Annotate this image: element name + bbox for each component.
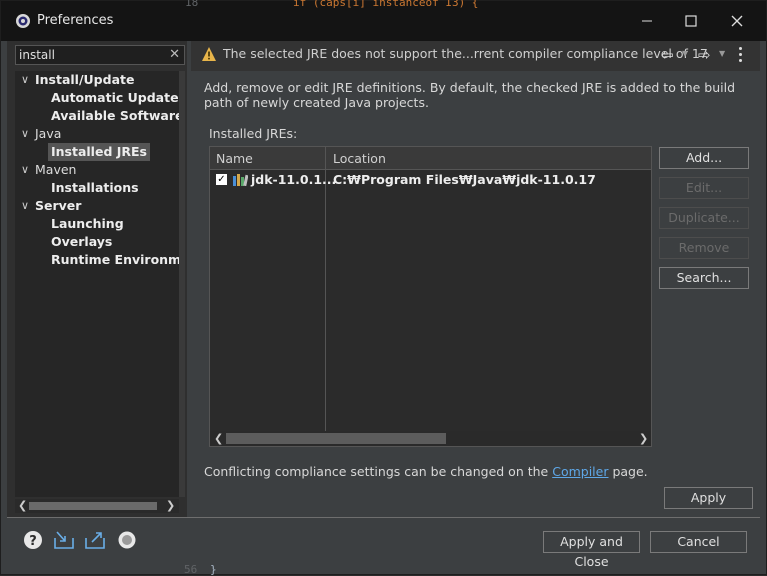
preference-tree[interactable]: ∨ Install/Update Automatic Updates Availabl…	[15, 71, 179, 497]
installed-jres-page: The selected JRE does not support the...…	[191, 41, 760, 517]
view-menu-icon[interactable]	[739, 47, 743, 65]
minimize-button[interactable]	[631, 9, 663, 33]
tree-item[interactable]: Automatic Updates	[15, 89, 179, 107]
jre-table[interactable]: Name Location ✓ jdk-11.0.1... C:₩Program…	[209, 146, 652, 447]
preferences-dialog: Preferences 18 if (caps[i] instanceof I3…	[0, 0, 767, 575]
filter-field[interactable]: ✕	[15, 45, 185, 65]
dialog-button-bar: ? Apply and Close Cancel	[7, 518, 760, 569]
record-icon[interactable]	[117, 530, 137, 550]
preference-tree-panel: ✕ ∨ Install/Update Automatic Updates Availa…	[7, 41, 187, 517]
tree-item-label: Java	[35, 126, 62, 141]
tree-item[interactable]: Runtime Environments	[15, 251, 179, 269]
expand-chevron-icon[interactable]: ∨	[21, 197, 29, 215]
import-icon[interactable]	[53, 530, 75, 550]
installed-jres-label: Installed JREs:	[209, 126, 298, 141]
expand-chevron-icon[interactable]: ∨	[21, 161, 29, 179]
add-button[interactable]: Add...	[659, 147, 749, 169]
clear-filter-icon[interactable]: ✕	[169, 48, 180, 62]
tree-item[interactable]: Launching	[15, 215, 179, 233]
apply-and-close-button[interactable]: Apply and Close	[543, 531, 640, 569]
page-description: Add, remove or edit JRE definitions. By …	[204, 80, 736, 110]
maximize-icon	[685, 15, 697, 27]
compiler-link[interactable]: Compiler	[552, 464, 608, 479]
compliance-suffix: page.	[608, 464, 648, 479]
back-arrow-icon[interactable]: ⇦	[661, 47, 674, 63]
column-header-name[interactable]: Name	[216, 151, 253, 166]
tree-item-label: Automatic Updates	[51, 90, 179, 105]
tree-item-label: Installations	[51, 180, 139, 195]
apply-button[interactable]: Apply	[664, 487, 753, 509]
tree-item-label: Overlays	[51, 234, 113, 249]
tree-item[interactable]: ∨ Maven	[15, 161, 179, 179]
tree-item-label: Maven	[35, 162, 77, 177]
tree-item-label: Server	[35, 198, 82, 213]
expand-chevron-icon[interactable]: ∨	[21, 125, 29, 143]
warning-message: The selected JRE does not support the...…	[223, 46, 708, 61]
table-scroll-right-icon[interactable]: ❯	[639, 432, 648, 446]
duplicate-button[interactable]: Duplicate...	[659, 207, 749, 229]
tree-item-label: Available Software Sites	[51, 108, 179, 123]
export-icon[interactable]	[84, 530, 106, 550]
column-divider[interactable]	[325, 147, 326, 431]
forward-arrow-icon[interactable]: ⇨	[698, 47, 711, 63]
tree-item[interactable]: ∨ Install/Update	[15, 71, 179, 89]
tree-horizontal-scrollbar[interactable]: ❮ ❯	[15, 499, 179, 513]
tree-item-label: Launching	[51, 216, 124, 231]
tree-item[interactable]: ∨ Server	[15, 197, 179, 215]
column-header-location[interactable]: Location	[333, 151, 386, 166]
window-title: Preferences	[37, 13, 114, 28]
title-bar: Preferences 18 if (caps[i] instanceof I3…	[1, 0, 766, 41]
warning-icon	[202, 47, 216, 61]
svg-text:?: ?	[29, 534, 37, 549]
tree-item[interactable]: Installations	[15, 179, 179, 197]
scroll-right-icon[interactable]: ❯	[166, 499, 175, 513]
tree-item[interactable]: Overlays	[15, 233, 179, 251]
table-horizontal-scrollbar[interactable]: ❮ ❯	[210, 431, 651, 446]
table-header: Name Location	[210, 147, 651, 170]
background-line-number: 18	[185, 0, 199, 9]
scroll-thumb[interactable]	[29, 502, 157, 510]
background-code-bottom: }	[210, 563, 217, 576]
tree-vertical-scrollbar[interactable]	[179, 71, 185, 497]
help-icon[interactable]: ?	[23, 530, 43, 550]
expand-chevron-icon[interactable]: ∨	[21, 71, 29, 89]
forward-dropdown-icon[interactable]: ▼	[719, 49, 725, 58]
table-scroll-left-icon[interactable]: ❮	[214, 432, 223, 446]
jre-location: C:₩Program Files₩Java₩jdk-11.0.17	[333, 172, 596, 187]
table-scroll-thumb[interactable]	[226, 433, 446, 444]
tree-item[interactable]: Available Software Sites	[15, 107, 179, 125]
tree-item-label: Installed JREs	[48, 143, 151, 161]
table-row[interactable]: ✓ jdk-11.0.1... C:₩Program Files₩Java₩jd…	[210, 171, 651, 189]
search-button[interactable]: Search...	[659, 267, 749, 289]
remove-button[interactable]: Remove	[659, 237, 749, 259]
compliance-note: Conflicting compliance settings can be c…	[204, 464, 648, 479]
tree-item-label: Install/Update	[35, 72, 135, 87]
tree-item[interactable]: Installed JREs	[15, 143, 179, 161]
jre-library-icon	[233, 174, 248, 186]
tree-item-label: Runtime Environments	[51, 252, 179, 267]
edit-button[interactable]: Edit...	[659, 177, 749, 199]
minimize-icon	[642, 20, 652, 22]
cancel-button[interactable]: Cancel	[650, 531, 747, 553]
jre-name: jdk-11.0.1...	[251, 172, 337, 187]
background-line-number-bottom: 56	[184, 563, 198, 576]
close-button[interactable]	[721, 9, 753, 33]
close-icon	[731, 15, 743, 27]
filter-input[interactable]	[16, 46, 169, 64]
compliance-prefix: Conflicting compliance settings can be c…	[204, 464, 553, 479]
jre-default-checkbox[interactable]: ✓	[216, 174, 227, 185]
tree-item[interactable]: ∨ Java	[15, 125, 179, 143]
message-bar: The selected JRE does not support the...…	[191, 41, 760, 71]
scroll-left-icon[interactable]: ❮	[18, 499, 27, 513]
preferences-app-icon	[16, 14, 30, 28]
background-code: if (caps[i] instanceof I3) {	[293, 0, 479, 9]
back-dropdown-icon[interactable]: ▼	[682, 49, 688, 58]
maximize-button[interactable]	[675, 9, 707, 33]
